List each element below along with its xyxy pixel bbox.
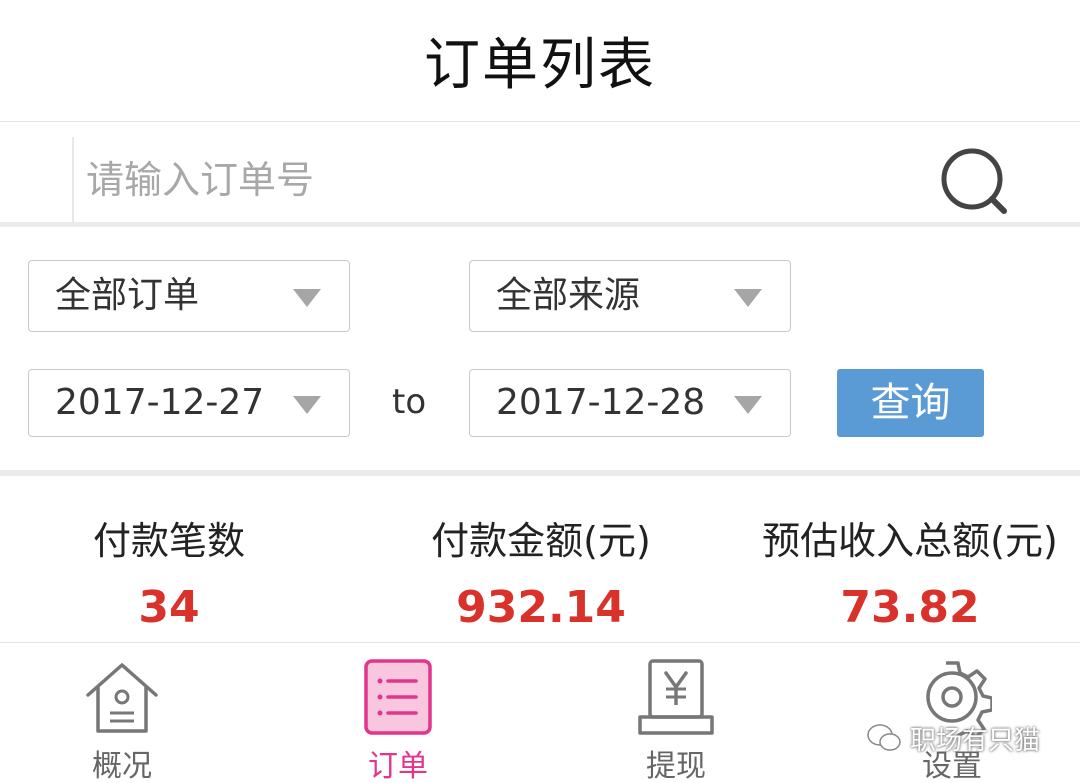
stat-label: 付款金额(元) bbox=[431, 519, 651, 563]
stat-label: 预估收入总额(元) bbox=[762, 519, 1058, 563]
end-date-select[interactable]: 2017-12-28 bbox=[469, 369, 791, 437]
stat-estimated-income: 预估收入总额(元) 73.82 bbox=[740, 482, 1080, 642]
tab-settings[interactable]: 设置 bbox=[852, 643, 1052, 783]
order-list-icon bbox=[364, 659, 432, 735]
start-date-value: 2017-12-27 bbox=[55, 382, 265, 423]
home-icon bbox=[86, 663, 158, 733]
tab-withdraw[interactable]: 提现 bbox=[576, 643, 776, 783]
date-range-to-label: to bbox=[392, 382, 427, 422]
stat-payment-count: 付款笔数 34 bbox=[0, 482, 338, 642]
source-select[interactable]: 全部来源 bbox=[469, 260, 791, 332]
order-type-value: 全部订单 bbox=[55, 275, 200, 316]
order-stats: 付款笔数 34 付款金额(元) 932.14 预估收入总额(元) 73.82 bbox=[0, 482, 1080, 642]
page-title: 订单列表 bbox=[424, 33, 656, 98]
watermark-text: 职场有只猫 bbox=[910, 725, 1041, 756]
tab-orders[interactable]: 订单 bbox=[298, 643, 498, 783]
search-icon bbox=[941, 148, 1007, 214]
order-type-select[interactable]: 全部订单 bbox=[28, 260, 350, 332]
search-bar bbox=[0, 123, 1080, 227]
order-number-search-input[interactable] bbox=[86, 145, 906, 215]
search-divider bbox=[72, 137, 74, 223]
filter-panel: 全部订单 全部来源 2017-12-27 to 2017-12-28 查询 bbox=[0, 232, 1080, 476]
query-button[interactable]: 查询 bbox=[837, 369, 984, 437]
stat-payment-amount: 付款金额(元) 932.14 bbox=[372, 482, 710, 642]
order-list-page: 订单列表 全部订单 全部来源 2017-12-27 to 2017-12-28 bbox=[0, 0, 1080, 783]
watermark: 职场有只猫 bbox=[866, 718, 1066, 758]
tab-label: 提现 bbox=[646, 749, 706, 783]
dropdown-arrow-icon bbox=[734, 396, 762, 414]
end-date-value: 2017-12-28 bbox=[496, 382, 706, 423]
wechat-icon bbox=[867, 724, 901, 751]
dropdown-arrow-icon bbox=[293, 289, 321, 307]
tab-label: 概况 bbox=[92, 749, 152, 783]
tab-overview[interactable]: 概况 bbox=[22, 643, 222, 783]
source-value: 全部来源 bbox=[496, 275, 641, 316]
tab-label: 订单 bbox=[368, 749, 428, 783]
page-header: 订单列表 bbox=[0, 0, 1080, 122]
dropdown-arrow-icon bbox=[734, 289, 762, 307]
dropdown-arrow-icon bbox=[293, 396, 321, 414]
stat-value: 73.82 bbox=[840, 582, 980, 633]
stat-value: 34 bbox=[138, 582, 200, 633]
search-button[interactable] bbox=[938, 145, 1014, 221]
stat-value: 932.14 bbox=[456, 582, 626, 633]
start-date-select[interactable]: 2017-12-27 bbox=[28, 369, 350, 437]
bottom-tab-bar: 概况 订单 提现 设置 bbox=[0, 642, 1080, 783]
withdraw-yen-icon bbox=[638, 659, 714, 735]
stat-label: 付款笔数 bbox=[92, 519, 245, 563]
